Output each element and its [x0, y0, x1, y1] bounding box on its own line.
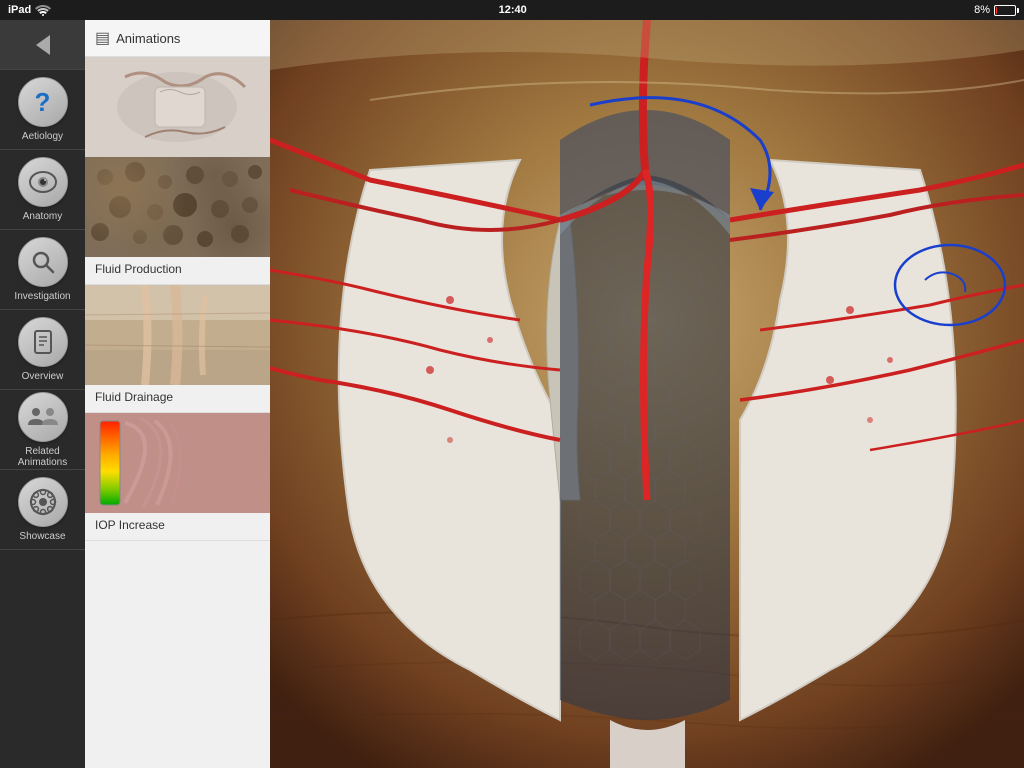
animations-header: ▤ Animations	[85, 20, 270, 57]
status-time: 12:40	[499, 4, 527, 16]
people-icon	[28, 405, 58, 429]
animation-thumb-fluid-drainage	[85, 285, 270, 385]
anatomy-icon-bg	[18, 157, 68, 207]
sidebar-item-showcase[interactable]: Showcase	[0, 470, 85, 550]
fluid-drainage-thumb-svg	[85, 285, 270, 385]
battery-icon	[994, 5, 1016, 16]
battery-fill	[996, 7, 997, 14]
question-mark-icon: ?	[35, 87, 51, 118]
battery-indicator	[994, 5, 1016, 16]
status-left: iPad	[8, 4, 51, 16]
investigation-label: Investigation	[14, 291, 70, 302]
aetiology-label: Aetiology	[22, 131, 63, 142]
related-animations-label: Related Animations	[0, 446, 85, 468]
status-bar: iPad 12:40 8%	[0, 0, 1024, 20]
sidebar-item-anatomy[interactable]: Anatomy	[0, 150, 85, 230]
status-right: 8%	[974, 4, 1016, 16]
animation-thumb-intro	[85, 57, 270, 157]
iop-increase-label: IOP Increase	[85, 513, 270, 541]
animation-thumb-iop-increase	[85, 413, 270, 513]
fluid-production-label: Fluid Production	[85, 257, 270, 285]
animation-item-intro[interactable]	[85, 57, 270, 157]
eye-anatomy-icon	[28, 167, 58, 197]
middle-panel: ▤ Animations	[85, 20, 270, 768]
investigation-icon-bg	[18, 237, 68, 287]
sidebar-item-aetiology[interactable]: ? Aetiology	[0, 70, 85, 150]
wifi-icon	[35, 4, 51, 16]
main-area: ? Aetiology Anatomy	[0, 20, 1024, 768]
intro-thumb-svg	[85, 57, 270, 157]
animation-item-iop-increase[interactable]: IOP Increase	[85, 413, 270, 541]
main-content	[270, 20, 1024, 768]
sidebar-item-investigation[interactable]: Investigation	[0, 230, 85, 310]
document-icon	[29, 328, 57, 356]
animations-header-text: Animations	[116, 31, 180, 46]
sidebar-item-overview[interactable]: Overview	[0, 310, 85, 390]
animations-header-icon: ▤	[95, 28, 110, 48]
related-animations-icon-bg	[18, 392, 68, 442]
overview-label: Overview	[22, 371, 64, 382]
overview-icon-bg	[18, 317, 68, 367]
film-reel-icon	[29, 488, 57, 516]
back-arrow-icon	[36, 35, 50, 55]
anatomy-label: Anatomy	[23, 211, 62, 222]
magnifier-icon	[29, 248, 57, 276]
fluid-production-thumb-svg	[85, 157, 270, 257]
aetiology-icon-bg: ?	[18, 77, 68, 127]
showcase-icon-bg	[18, 477, 68, 527]
main-image	[270, 20, 1024, 768]
battery-percent-label: 8%	[974, 4, 990, 16]
animation-item-fluid-drainage[interactable]: Fluid Drainage	[85, 285, 270, 413]
showcase-label: Showcase	[19, 531, 65, 542]
animation-item-fluid-production[interactable]: Fluid Production	[85, 157, 270, 285]
fluid-drainage-label: Fluid Drainage	[85, 385, 270, 413]
anatomy-visualization	[270, 20, 1024, 768]
sidebar: ? Aetiology Anatomy	[0, 20, 85, 768]
back-button[interactable]	[0, 20, 85, 70]
carrier-label: iPad	[8, 4, 31, 16]
animation-thumb-fluid-production	[85, 157, 270, 257]
sidebar-item-related-animations[interactable]: Related Animations	[0, 390, 85, 470]
iop-increase-thumb-svg	[85, 413, 270, 513]
